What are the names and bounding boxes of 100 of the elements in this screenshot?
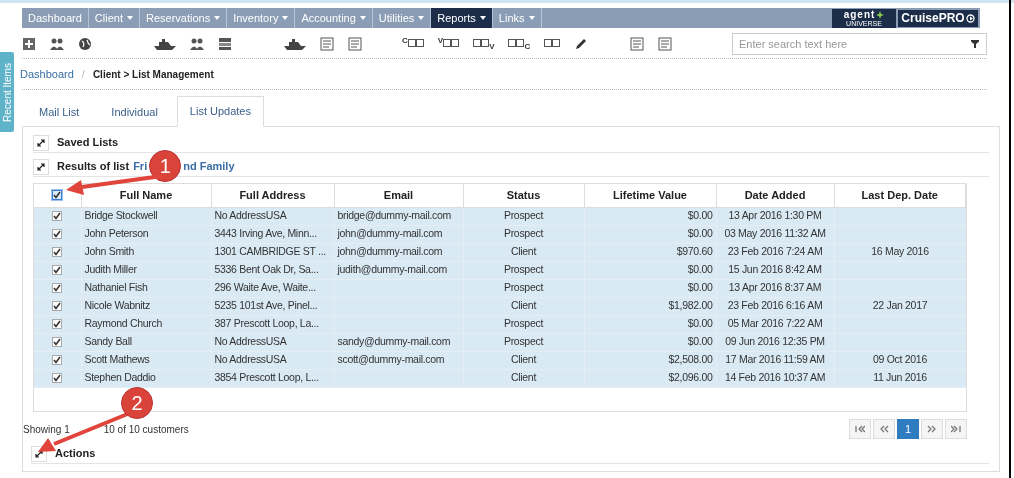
- ship-icon[interactable]: [154, 37, 176, 51]
- expand-icon: [37, 162, 45, 171]
- table-cell: Prospect: [503, 281, 543, 294]
- summary-text: Showing 1: [23, 422, 70, 437]
- icon-letter: V: [489, 43, 495, 51]
- globe-icon[interactable]: [78, 37, 92, 51]
- table-cell: John Peterson: [84, 227, 149, 240]
- table-cell: Stephen Daddio: [84, 371, 156, 384]
- section-title: Actions: [55, 446, 96, 462]
- tab[interactable]: Individual: [98, 97, 171, 127]
- section-title: Results of list: [57, 159, 130, 175]
- tab[interactable]: Mail List: [26, 97, 93, 127]
- icon-letter: V: [437, 37, 444, 45]
- list-link[interactable]: nd Family: [183, 158, 235, 175]
- table-cell: Prospect: [503, 335, 543, 348]
- skip-forward-icon: [951, 425, 961, 433]
- table-cell: $0.00: [687, 335, 713, 348]
- table-cell: Prospect: [503, 227, 543, 240]
- checkbox[interactable]: [52, 337, 63, 347]
- table-cell: 387 Prescott Loop, La...: [214, 317, 319, 330]
- breadcrumb-separator: /: [81, 66, 85, 82]
- table-cell: 23 Feb 2016 6:16 AM: [727, 299, 823, 312]
- ship-icon[interactable]: [284, 37, 306, 51]
- table-cell: John Smith: [84, 245, 135, 258]
- previous-page-button[interactable]: [873, 419, 895, 439]
- breadcrumb-link[interactable]: Dashboard: [20, 65, 74, 83]
- table-cell: $1,982.00: [668, 299, 713, 312]
- people-icon[interactable]: [50, 37, 64, 51]
- table-cell: 5336 Bent Oak Dr, Sa...: [214, 263, 319, 276]
- table-cell: Prospect: [503, 263, 543, 276]
- tab[interactable]: List Updates: [176, 96, 264, 127]
- expand-button[interactable]: [33, 158, 49, 175]
- table-cell: $0.00: [687, 227, 713, 240]
- column-header: Status: [463, 184, 584, 207]
- table-cell: $0.00: [687, 281, 713, 294]
- table-cell: john@dummy-mail.com: [337, 227, 443, 240]
- expand-button[interactable]: [33, 134, 49, 151]
- checkbox[interactable]: [52, 355, 63, 365]
- table-cell: 5235 101st Ave, Pinel...: [214, 299, 318, 312]
- column-header: Date Added: [716, 184, 834, 207]
- table-cell: sandy@dummy-mail.com: [337, 335, 451, 348]
- checkbox[interactable]: [52, 319, 63, 329]
- table-cell: Sandy Ball: [84, 335, 132, 348]
- checkbox[interactable]: [52, 211, 63, 221]
- table-cell: 13 Apr 2016 1:30 PM: [728, 209, 822, 222]
- nav-menu-item[interactable]: Reports: [431, 8, 493, 28]
- column-header: Last Dep. Date: [834, 184, 966, 207]
- table-cell: judith@dummy-mail.com: [337, 263, 447, 276]
- expand-icon: [37, 138, 45, 147]
- table-cell: Scott Mathews: [84, 353, 150, 366]
- checkbox[interactable]: [52, 247, 63, 257]
- search-field[interactable]: Enter search text here: [732, 33, 987, 55]
- table-cell: 09 Oct 2016: [873, 353, 927, 366]
- table-cell: Client: [510, 371, 536, 384]
- table-cell: Nathaniel Fish: [84, 281, 148, 294]
- table-cell: 23 Feb 2016 7:24 AM: [727, 245, 823, 258]
- pencil-icon[interactable]: [574, 37, 589, 51]
- table-cell: 3443 Irving Ave, Minn...: [214, 227, 317, 240]
- double-chevron-left-icon: [879, 425, 889, 433]
- checkbox[interactable]: [52, 373, 63, 383]
- column-header: Full Address: [211, 184, 334, 207]
- table-cell: 13 Apr 2016 8:37 AM: [728, 281, 822, 294]
- list-link[interactable]: Fri: [133, 158, 148, 175]
- table-cell: 17 Mar 2016 11:59 AM: [725, 353, 825, 366]
- table-cell: 15 Jun 2016 8:42 AM: [728, 263, 822, 276]
- table-cell: 09 Jun 2016 12:35 PM: [725, 335, 825, 348]
- table-cell: No AddressUSA: [214, 353, 287, 366]
- star-icon: [876, 10, 885, 19]
- checkbox[interactable]: [52, 283, 63, 293]
- breadcrumb-current: Client > List Management: [92, 67, 214, 82]
- table-cell: Nicole Wabnitz: [84, 299, 150, 312]
- table-cell: No AddressUSA: [214, 335, 287, 348]
- checkbox[interactable]: [52, 301, 63, 311]
- table-cell: 11 Jun 2016: [873, 371, 927, 384]
- first-page-button[interactable]: [849, 419, 871, 439]
- filter-icon[interactable]: [971, 40, 979, 48]
- people-icon[interactable]: [190, 37, 204, 51]
- next-page-button[interactable]: [921, 419, 943, 439]
- table-cell: $0.00: [687, 263, 713, 276]
- double-chevron-right-icon: [927, 425, 937, 433]
- table-cell: john@dummy-mail.com: [337, 245, 443, 258]
- table-cell: 16 May 2016: [871, 245, 929, 258]
- table-cell: 22 Jan 2017: [872, 299, 928, 312]
- document-stack-icon[interactable]: [218, 37, 232, 51]
- arrow-circle-icon: [965, 13, 975, 23]
- page-button[interactable]: 1: [897, 419, 919, 439]
- add-icon[interactable]: [22, 37, 36, 51]
- icon-letter: C: [402, 37, 408, 45]
- table-cell: Bridge Stockwell: [84, 209, 158, 222]
- skip-back-icon: [855, 425, 865, 433]
- checkbox[interactable]: [52, 190, 63, 201]
- checkbox[interactable]: [52, 229, 63, 239]
- column-header: Email: [334, 184, 463, 207]
- table-cell: Client: [510, 245, 536, 258]
- table-cell: bridge@dummy-mail.com: [337, 209, 451, 222]
- checkbox[interactable]: [52, 265, 63, 275]
- table-cell: 296 Waite Ave, Waite...: [214, 281, 316, 294]
- column-header: Lifetime Value: [584, 184, 716, 207]
- cruisepro-logo: CruisePRO: [898, 9, 978, 27]
- last-page-button[interactable]: [945, 419, 967, 439]
